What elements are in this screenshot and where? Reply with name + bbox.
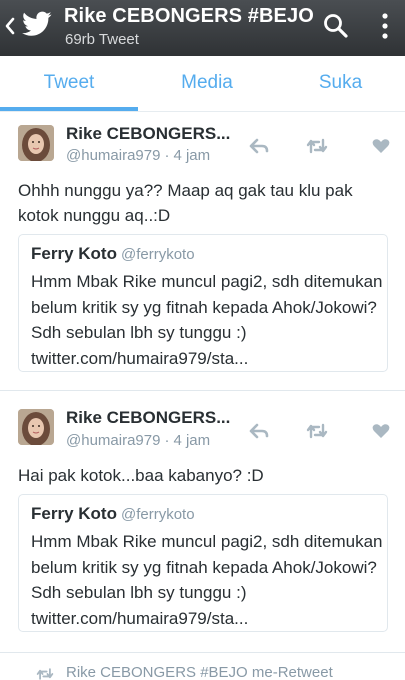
quoted-tweet[interactable]: Ferry Koto @ferrykoto Hmm Mbak Rike muncu…: [18, 234, 388, 372]
retweet-icon: [36, 668, 54, 680]
tweet-item[interactable]: Rike CEBONGERS... @humaira979 · 4 jam Ohhh…: [0, 112, 405, 391]
quoted-author-name: Ferry Koto: [31, 244, 117, 263]
app-bar: Rike CEBONGERS #BEJO 69rb Tweet: [0, 0, 405, 56]
tweet-author-name[interactable]: Rike CEBONGERS...: [66, 408, 230, 428]
avatar[interactable]: [18, 409, 54, 445]
retweet-icon[interactable]: [306, 137, 328, 155]
tab-suka[interactable]: Suka: [276, 56, 405, 112]
reply-icon[interactable]: [248, 137, 270, 155]
tab-media[interactable]: Media: [138, 56, 276, 112]
quoted-author[interactable]: Ferry Koto @ferrykoto: [31, 504, 195, 524]
retweet-context-banner: Rike CEBONGERS #BEJO me-Retweet: [0, 652, 405, 680]
active-tab-indicator: [0, 107, 138, 111]
quoted-author-name: Ferry Koto: [31, 504, 117, 523]
profile-title: Rike CEBONGERS #BEJO: [64, 5, 314, 27]
tweet-time: 4 jam: [173, 147, 211, 164]
tweet-author-handle[interactable]: @humaira979: [66, 147, 160, 164]
tweet-meta: @humaira979 · 4 jam: [66, 432, 211, 449]
quoted-author-handle: @ferrykoto: [120, 246, 195, 263]
back-chevron-icon[interactable]: [4, 14, 16, 38]
tweet-text: Ohhh nunggu ya?? Maap aq gak tau klu pak…: [18, 181, 353, 225]
heart-icon[interactable]: [370, 422, 392, 440]
tab-tweet[interactable]: Tweet: [0, 56, 138, 112]
quoted-author-handle: @ferrykoto: [120, 506, 195, 523]
quoted-text: Hmm Mbak Rike muncul pagi2, sdh ditemuka…: [31, 532, 383, 628]
tweet-time: 4 jam: [173, 432, 211, 449]
reply-icon[interactable]: [248, 422, 270, 440]
tweet-author-name[interactable]: Rike CEBONGERS...: [66, 124, 230, 144]
quoted-tweet[interactable]: Ferry Koto @ferrykoto Hmm Mbak Rike muncu…: [18, 494, 388, 632]
retweet-icon[interactable]: [306, 422, 328, 440]
search-icon[interactable]: [322, 12, 350, 40]
tweet-item[interactable]: Rike CEBONGERS... @humaira979 · 4 jam Hai …: [0, 391, 405, 653]
quoted-author[interactable]: Ferry Koto @ferrykoto: [31, 244, 195, 264]
tweet-author-handle[interactable]: @humaira979: [66, 432, 160, 449]
tweet-meta: @humaira979 · 4 jam: [66, 147, 211, 164]
tweet-text: Hai pak kotok...baa kabanyo? :D: [18, 466, 264, 485]
more-vertical-icon[interactable]: [378, 12, 392, 40]
avatar[interactable]: [18, 125, 54, 161]
profile-tabs: Tweet Media Suka: [0, 56, 405, 112]
tweet-count: 69rb Tweet: [65, 31, 139, 48]
quoted-text: Hmm Mbak Rike muncul pagi2, sdh ditemuka…: [31, 272, 383, 368]
heart-icon[interactable]: [370, 137, 392, 155]
twitter-bird-icon: [22, 11, 52, 36]
retweet-context-text: Rike CEBONGERS #BEJO me-Retweet: [66, 664, 333, 680]
